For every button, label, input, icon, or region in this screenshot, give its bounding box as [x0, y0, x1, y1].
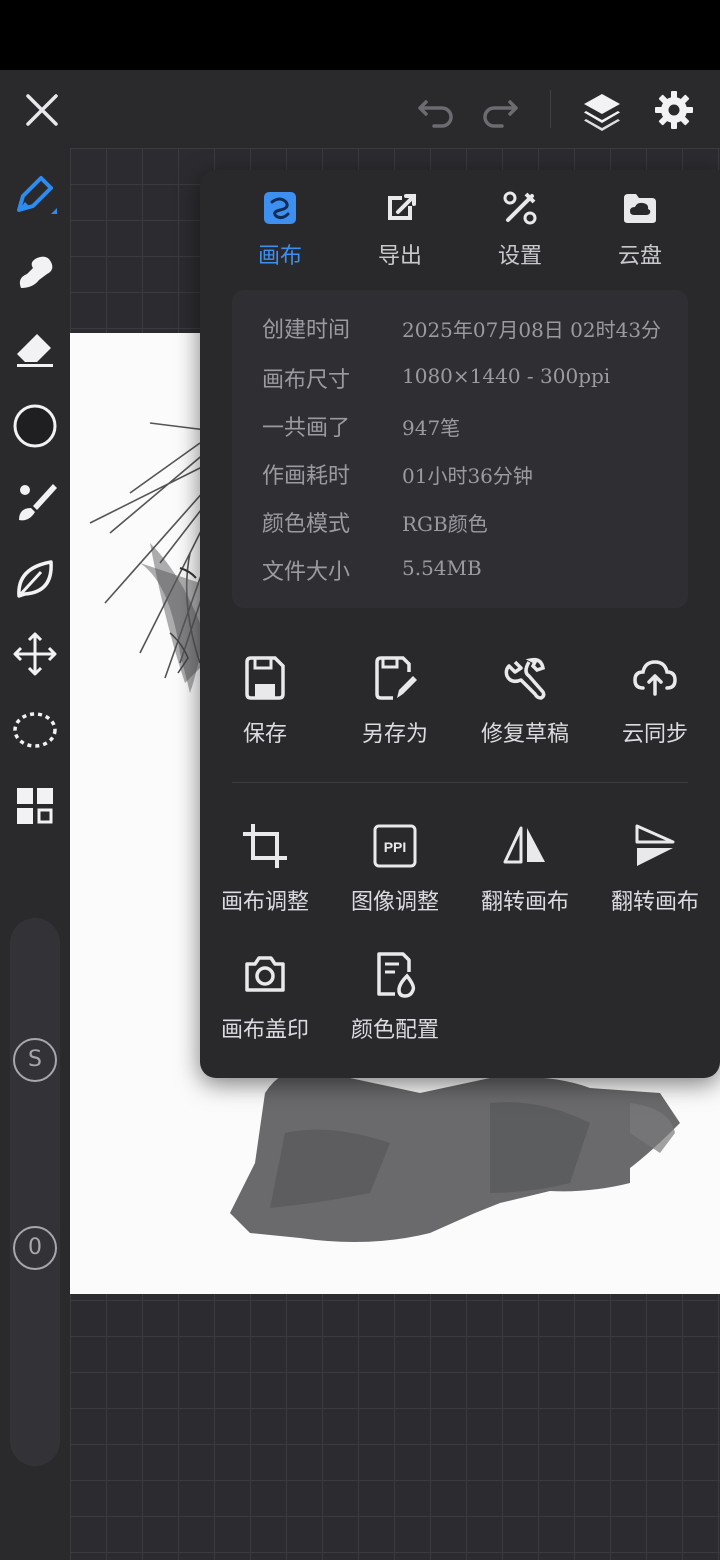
flip-vertical-icon: [631, 822, 679, 870]
close-icon[interactable]: [20, 88, 64, 132]
color-profile-button[interactable]: 颜色配置: [330, 950, 460, 1060]
info-row-color-mode: 颜色模式 RGB颜色: [262, 506, 682, 546]
flip-horizontal-icon: [501, 822, 549, 870]
action-label: 颜色配置: [350, 1018, 439, 1043]
pen-icon[interactable]: [11, 172, 59, 220]
action-label: 翻转画布: [610, 890, 699, 915]
canvas-stamp-button[interactable]: 画布盖印: [200, 950, 330, 1060]
redo-icon[interactable]: [478, 88, 522, 132]
info-value: 947笔: [402, 416, 461, 440]
action-label: 画布调整: [220, 890, 309, 915]
repair-draft-button[interactable]: 修复草稿: [460, 654, 590, 764]
export-icon: [380, 188, 420, 228]
action-label: 翻转画布: [480, 890, 569, 915]
tab-settings[interactable]: 设置: [460, 188, 580, 278]
top-toolbar: [0, 70, 720, 148]
tab-label: 画布: [257, 244, 302, 269]
flip-horizontal-button[interactable]: 翻转画布: [460, 822, 590, 932]
size-badge: S: [13, 1038, 57, 1082]
status-bar: [0, 0, 720, 70]
tab-export[interactable]: 导出: [340, 188, 460, 278]
cloud-sync-button[interactable]: 云同步: [590, 654, 720, 764]
opacity-badge: 0: [13, 1226, 57, 1270]
ppi-badge: PPI: [384, 839, 407, 855]
info-value: 01小时36分钟: [402, 464, 533, 488]
tab-cloud[interactable]: 云盘: [580, 188, 700, 278]
info-row-file-size: 文件大小 5.54MB: [262, 554, 682, 594]
info-key: 创建时间: [262, 318, 351, 343]
undo-icon[interactable]: [414, 88, 458, 132]
canvas-adjust-button[interactable]: 画布调整: [200, 822, 330, 932]
info-row-created: 创建时间 2025年07月08日 02时43分: [262, 312, 682, 352]
gear-icon[interactable]: [652, 88, 696, 132]
info-key: 文件大小: [262, 560, 351, 585]
save-as-button[interactable]: 另存为: [330, 654, 460, 764]
left-toolbar: S 0: [0, 148, 70, 1560]
info-key: 一共画了: [262, 416, 351, 441]
save-as-icon: [371, 654, 419, 702]
tab-canvas[interactable]: 画布: [220, 188, 340, 278]
action-label: 云同步: [621, 722, 688, 747]
canvas-info-card: 创建时间 2025年07月08日 02时43分 画布尺寸 1080×1440 -…: [232, 290, 688, 608]
canvas-icon: [260, 188, 300, 228]
info-key: 作画耗时: [262, 464, 351, 489]
tab-label: 导出: [377, 244, 422, 269]
color-circle-icon[interactable]: [11, 402, 59, 450]
toolbar-divider: [550, 90, 551, 128]
wrench-icon: [501, 654, 549, 702]
ppi-icon: PPI: [371, 822, 419, 870]
grid-icon[interactable]: [11, 782, 59, 830]
info-row-strokes: 一共画了 947笔: [262, 410, 682, 450]
cloud-sync-icon: [631, 654, 679, 702]
action-label: 修复草稿: [480, 722, 569, 747]
info-value: 5.54MB: [402, 556, 482, 580]
info-value: RGB颜色: [402, 512, 488, 536]
info-row-size: 画布尺寸 1080×1440 - 300ppi: [262, 362, 682, 402]
flip-vertical-button[interactable]: 翻转画布: [590, 822, 720, 932]
crop-icon: [241, 822, 289, 870]
panel-tabs: 画布 导出 设置 云盘: [200, 188, 720, 278]
tools-icon: [500, 188, 540, 228]
leaf-icon[interactable]: [11, 554, 59, 602]
save-icon: [241, 654, 289, 702]
image-adjust-button[interactable]: PPI 图像调整: [330, 822, 460, 932]
canvas-menu-panel: 画布 导出 设置 云盘 创建时间 2025年07月08日 02时43分 画布尺寸…: [200, 170, 720, 1078]
info-key: 颜色模式: [262, 512, 351, 537]
action-label: 另存为: [361, 722, 428, 747]
lasso-icon[interactable]: [11, 706, 59, 754]
tab-label: 云盘: [617, 244, 662, 269]
action-label: 图像调整: [350, 890, 439, 915]
cloud-drive-icon: [620, 188, 660, 228]
brush-icon[interactable]: [11, 478, 59, 526]
layers-icon[interactable]: [580, 88, 624, 132]
eraser-icon[interactable]: [11, 324, 59, 372]
save-button[interactable]: 保存: [200, 654, 330, 764]
camera-icon: [241, 950, 289, 998]
color-profile-icon: [371, 950, 419, 998]
info-key: 画布尺寸: [262, 368, 351, 393]
action-label: 保存: [242, 722, 287, 747]
info-value: 1080×1440 - 300ppi: [402, 364, 611, 388]
move-icon[interactable]: [11, 630, 59, 678]
tab-label: 设置: [497, 244, 542, 269]
action-label: 画布盖印: [220, 1018, 309, 1043]
smudge-icon[interactable]: [11, 248, 59, 296]
section-divider: [232, 782, 688, 783]
info-value: 2025年07月08日 02时43分: [402, 318, 662, 342]
info-row-time: 作画耗时 01小时36分钟: [262, 458, 682, 498]
